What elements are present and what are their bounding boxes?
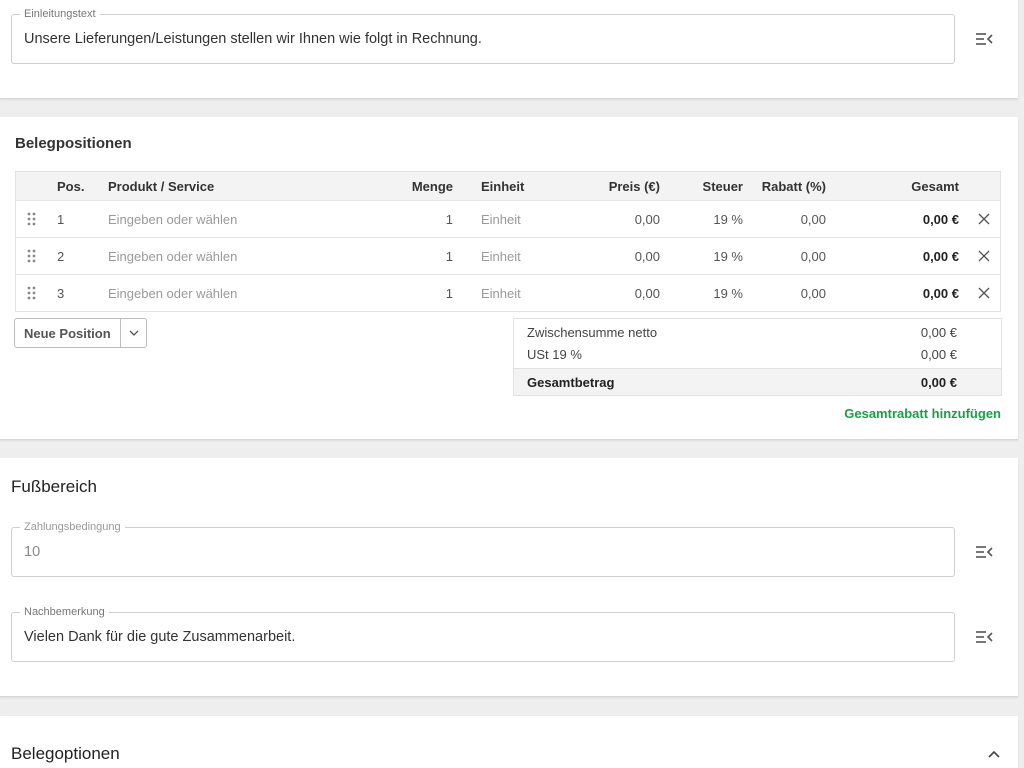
unit-input[interactable]: Einheit xyxy=(481,275,521,311)
unit-input[interactable]: Einheit xyxy=(481,238,521,274)
drag-handle-icon[interactable] xyxy=(27,275,37,311)
table-header: Pos. Produkt / Service Menge Einheit Pre… xyxy=(16,172,1000,200)
grand-total-label: Gesamtbetrag xyxy=(527,374,615,390)
intro-text-value: Unsere Lieferungen/Leistungen stellen wi… xyxy=(24,31,482,47)
table-row: 3 Eingeben oder wählen 1 Einheit 0,00 19… xyxy=(16,274,1000,311)
footer-title: Fußbereich xyxy=(11,477,97,496)
positions-title: Belegpositionen xyxy=(15,135,132,152)
drag-handle-icon[interactable] xyxy=(27,238,37,274)
discount-input[interactable]: 0,00 xyxy=(801,201,826,237)
close-icon[interactable] xyxy=(978,238,990,274)
row-pos: 3 xyxy=(57,285,65,301)
positions-table: Pos. Produkt / Service Menge Einheit Pre… xyxy=(15,171,1001,312)
intro-text-field[interactable]: Einleitungstext Unsere Lieferungen/Leist… xyxy=(11,8,955,64)
closing-note-field[interactable]: Nachbemerkung Vielen Dank für die gute Z… xyxy=(11,606,955,662)
options-card: Belegoptionen xyxy=(0,716,1018,768)
payment-terms-label: Zahlungsbedingung xyxy=(20,521,125,534)
subtotal-row: Zwischensumme netto 0,00 € xyxy=(514,321,1001,343)
vat-label: USt 19 % xyxy=(527,346,582,362)
payment-terms-field[interactable]: Zahlungsbedingung 10 xyxy=(11,521,955,577)
close-icon[interactable] xyxy=(978,201,990,237)
price-input[interactable]: 0,00 xyxy=(635,275,660,311)
text-template-icon[interactable] xyxy=(972,625,996,649)
grand-total-value: 0,00 € xyxy=(920,374,957,390)
row-total: 0,00 € xyxy=(922,211,959,227)
tax-select[interactable]: 19 % xyxy=(713,201,743,237)
chevron-down-icon[interactable] xyxy=(121,319,146,347)
col-tax: Steuer xyxy=(702,178,743,194)
qty-input[interactable]: 1 xyxy=(446,238,453,274)
product-input[interactable]: Eingeben oder wählen xyxy=(108,201,237,237)
col-total: Gesamt xyxy=(911,178,959,194)
table-row: 2 Eingeben oder wählen 1 Einheit 0,00 19… xyxy=(16,237,1000,274)
footer-card: Fußbereich Zahlungsbedingung 10 Nachbeme… xyxy=(0,458,1018,697)
qty-input[interactable]: 1 xyxy=(446,201,453,237)
price-input[interactable]: 0,00 xyxy=(635,238,660,274)
col-pos: Pos. xyxy=(57,178,85,194)
subtotal-label: Zwischensumme netto xyxy=(527,324,658,340)
row-total: 0,00 € xyxy=(922,285,959,301)
tax-select[interactable]: 19 % xyxy=(713,238,743,274)
new-position-button[interactable]: Neue Position xyxy=(15,319,121,347)
vat-row: USt 19 % 0,00 € xyxy=(514,343,1001,365)
grand-total-row: Gesamtbetrag 0,00 € xyxy=(514,368,1001,395)
col-qty: Menge xyxy=(411,178,453,194)
text-template-icon[interactable] xyxy=(972,540,996,564)
closing-note-label: Nachbemerkung xyxy=(20,606,109,619)
col-unit: Einheit xyxy=(481,178,525,194)
row-pos: 1 xyxy=(57,211,65,227)
closing-note-value: Vielen Dank für die gute Zusammenarbeit. xyxy=(24,629,296,645)
row-pos: 2 xyxy=(57,248,65,264)
chevron-up-icon[interactable] xyxy=(982,742,1006,766)
close-icon[interactable] xyxy=(978,275,990,311)
col-price: Preis (€) xyxy=(608,178,660,194)
product-input[interactable]: Eingeben oder wählen xyxy=(108,238,237,274)
payment-terms-value: 10 xyxy=(24,544,41,560)
price-input[interactable]: 0,00 xyxy=(635,201,660,237)
vat-value: 0,00 € xyxy=(920,346,957,362)
discount-input[interactable]: 0,00 xyxy=(801,238,826,274)
product-input[interactable]: Eingeben oder wählen xyxy=(108,275,237,311)
new-position-button-group: Neue Position xyxy=(14,318,147,348)
tax-select[interactable]: 19 % xyxy=(713,275,743,311)
discount-input[interactable]: 0,00 xyxy=(801,275,826,311)
options-title: Belegoptionen xyxy=(11,744,120,763)
subtotal-value: 0,00 € xyxy=(920,324,957,340)
text-template-icon[interactable] xyxy=(972,27,996,51)
col-discount: Rabatt (%) xyxy=(761,178,826,194)
qty-input[interactable]: 1 xyxy=(446,275,453,311)
row-total: 0,00 € xyxy=(922,248,959,264)
col-product: Produkt / Service xyxy=(108,178,215,194)
intro-card: Einleitungstext Unsere Lieferungen/Leist… xyxy=(0,0,1018,99)
unit-input[interactable]: Einheit xyxy=(481,201,521,237)
totals-box: Zwischensumme netto 0,00 € USt 19 % 0,00… xyxy=(513,318,1002,396)
add-total-discount-link[interactable]: Gesamtrabatt hinzufügen xyxy=(844,406,1001,421)
drag-handle-icon[interactable] xyxy=(27,201,37,237)
table-row: 1 Eingeben oder wählen 1 Einheit 0,00 19… xyxy=(16,200,1000,237)
intro-text-label: Einleitungstext xyxy=(20,8,100,21)
